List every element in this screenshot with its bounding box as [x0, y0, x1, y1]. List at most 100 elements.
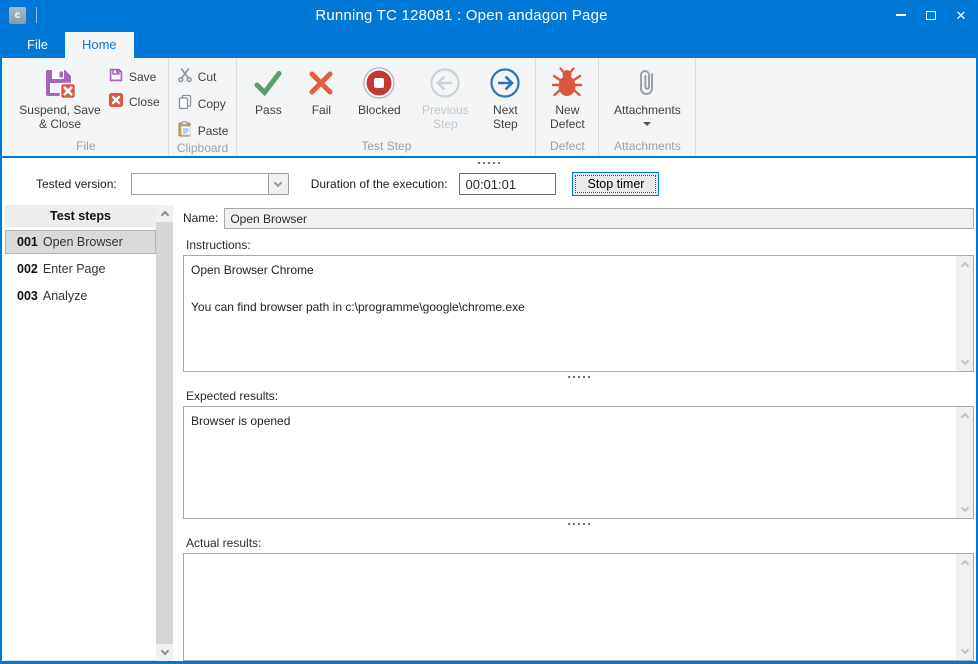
step-item-002[interactable]: 002 Enter Page — [5, 257, 156, 281]
test-steps-scrollbar[interactable] — [156, 205, 173, 661]
expected-results-text: Browser is opened — [184, 407, 956, 518]
actual-results-text — [184, 554, 956, 660]
expected-results-scrollbar[interactable] — [956, 407, 973, 518]
next-step-label: Next Step — [485, 104, 525, 132]
fail-button[interactable]: Fail — [301, 63, 341, 133]
maximize-button[interactable] — [916, 0, 946, 30]
new-defect-icon — [550, 64, 584, 102]
instructions-scrollbar[interactable] — [956, 256, 973, 371]
app-icon[interactable]: c — [9, 7, 26, 24]
actual-results-label: Actual results: — [183, 529, 974, 553]
scroll-up-icon — [160, 211, 168, 219]
attachments-label: Attachments — [614, 104, 681, 118]
scrollbar-track — [956, 424, 973, 501]
group-caption-defect: Defect — [536, 138, 598, 156]
new-defect-button[interactable]: New Defect — [544, 63, 590, 133]
scroll-down-icon — [960, 646, 968, 654]
suspend-save-close-button[interactable]: Suspend, Save & Close — [12, 63, 108, 133]
scroll-down-button[interactable] — [956, 501, 973, 518]
blocked-label: Blocked — [358, 104, 401, 118]
close-file-icon — [108, 92, 124, 111]
save-button[interactable]: Save — [108, 67, 160, 86]
splitter-handle-top[interactable] — [2, 158, 976, 168]
close-file-label: Close — [129, 95, 160, 109]
scroll-up-button[interactable] — [956, 554, 973, 571]
group-caption-clipboard: Clipboard — [169, 140, 237, 158]
pass-button[interactable]: Pass — [245, 63, 291, 133]
actual-results-scrollbar[interactable] — [956, 554, 973, 660]
previous-step-label: Previous Step — [419, 104, 471, 132]
tab-home[interactable]: Home — [65, 32, 134, 58]
next-step-icon — [488, 64, 522, 102]
actual-results-textbox[interactable] — [183, 553, 974, 661]
copy-button[interactable]: Copy — [177, 94, 229, 113]
scroll-down-button[interactable] — [156, 644, 173, 661]
paste-button[interactable]: Paste — [177, 121, 229, 140]
pass-label: Pass — [255, 104, 282, 118]
scroll-up-icon — [960, 413, 968, 421]
splitter-handle-instructions[interactable] — [183, 372, 974, 382]
minimize-button[interactable] — [886, 0, 916, 30]
next-step-button[interactable]: Next Step — [483, 63, 527, 133]
tested-version-combobox[interactable] — [131, 173, 289, 195]
tested-version-dropdown-button[interactable] — [268, 174, 288, 194]
blocked-button[interactable]: Blocked — [351, 63, 407, 133]
name-field: Open Browser — [224, 208, 974, 229]
scroll-down-icon — [960, 504, 968, 512]
execution-toolbar: Tested version: Duration of the executio… — [2, 168, 976, 200]
step-item-001[interactable]: 001 Open Browser — [5, 230, 156, 254]
step-number: 001 — [17, 235, 38, 249]
previous-step-icon — [428, 64, 462, 102]
close-file-button[interactable]: Close — [108, 92, 160, 111]
duration-field[interactable]: 00:01:01 — [459, 173, 556, 195]
suspend-save-close-icon — [42, 64, 78, 102]
dropdown-caret-icon — [643, 122, 651, 126]
splitter-handle-expected[interactable] — [183, 519, 974, 529]
titlebar: c Running TC 128081 : Open andagon Page … — [2, 0, 976, 30]
instructions-text: Open Browser Chrome You can find browser… — [184, 256, 956, 371]
copy-icon — [177, 94, 193, 113]
expected-results-textbox[interactable]: Browser is opened — [183, 406, 974, 519]
cut-label: Cut — [198, 70, 217, 84]
previous-step-button: Previous Step — [417, 63, 473, 133]
tab-file[interactable]: File — [10, 32, 65, 58]
app-window: c Running TC 128081 : Open andagon Page … — [0, 0, 978, 664]
cut-button[interactable]: Cut — [177, 67, 229, 86]
minimize-icon — [896, 14, 906, 16]
instructions-textbox[interactable]: Open Browser Chrome You can find browser… — [183, 255, 974, 372]
step-number: 003 — [17, 289, 38, 303]
ribbon-group-defect: New Defect Defect — [536, 58, 599, 156]
test-steps-header: Test steps — [5, 205, 156, 227]
close-button[interactable]: ✕ — [946, 0, 976, 30]
scroll-up-button[interactable] — [956, 256, 973, 273]
step-item-003[interactable]: 003 Analyze — [5, 284, 156, 308]
scrollbar-thumb[interactable] — [156, 222, 173, 644]
stop-timer-button[interactable]: Stop timer — [572, 172, 659, 196]
attachments-button[interactable]: Attachments — [607, 63, 687, 127]
maximize-icon — [926, 11, 936, 20]
scroll-down-button[interactable] — [956, 354, 973, 371]
blocked-icon — [362, 64, 396, 102]
group-caption-file: File — [4, 138, 168, 156]
close-icon: ✕ — [956, 9, 967, 22]
suspend-save-close-label: Suspend, Save & Close — [14, 104, 106, 132]
ribbon: Suspend, Save & Close Save — [2, 58, 976, 158]
scroll-up-button[interactable] — [956, 407, 973, 424]
ribbon-tab-row: File Home — [2, 30, 976, 58]
scroll-down-button[interactable] — [956, 643, 973, 660]
scroll-down-icon — [960, 357, 968, 365]
combo-chevron-icon — [274, 178, 282, 186]
scroll-up-icon — [960, 262, 968, 270]
scroll-up-button[interactable] — [156, 205, 173, 222]
save-label: Save — [129, 70, 156, 84]
ribbon-empty-space — [696, 58, 976, 156]
step-label: Enter Page — [43, 262, 106, 276]
scrollbar-track — [956, 571, 973, 643]
expected-results-label: Expected results: — [183, 382, 974, 406]
duration-label: Duration of the execution: — [311, 177, 448, 191]
window-title: Running TC 128081 : Open andagon Page — [37, 7, 886, 24]
group-caption-attachments: Attachments — [599, 138, 695, 156]
cut-icon — [177, 67, 193, 86]
step-number: 002 — [17, 262, 38, 276]
new-defect-label: New Defect — [546, 104, 588, 132]
